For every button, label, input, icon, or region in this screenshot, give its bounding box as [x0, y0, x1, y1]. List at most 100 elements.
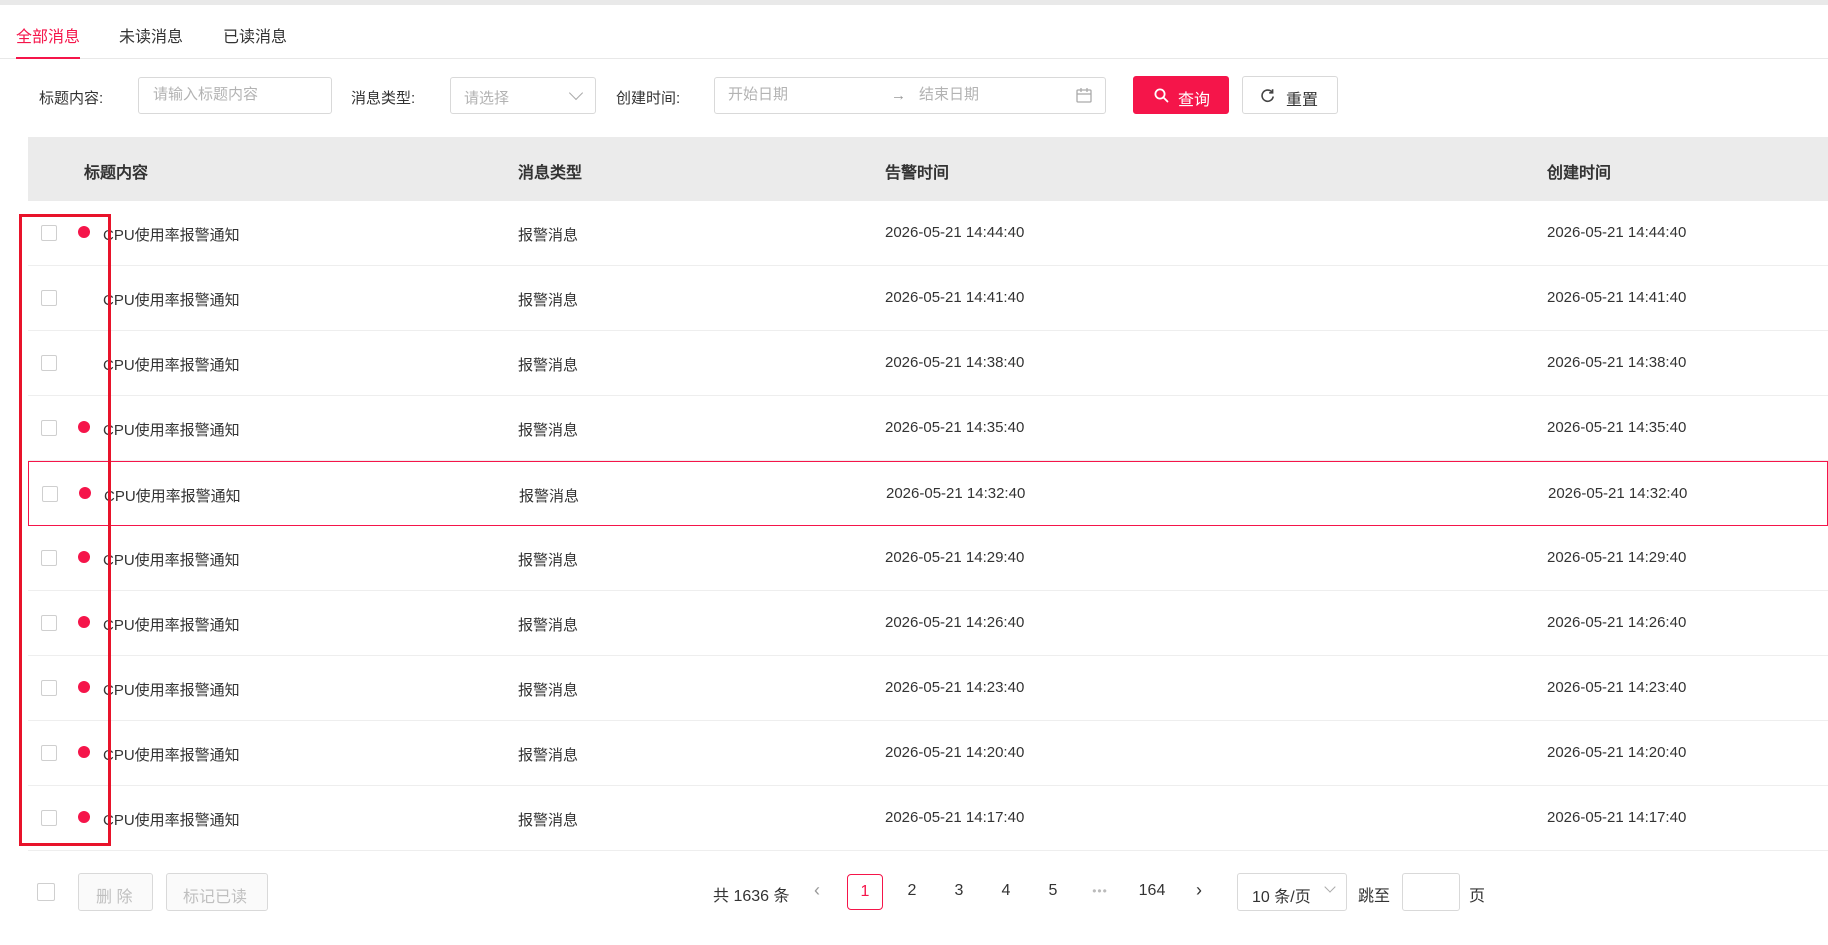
prev-page-icon[interactable]: ‹: [814, 880, 820, 901]
row-create-time: 2026-05-21 14:32:40: [1548, 485, 1688, 502]
row-message-type: 报警消息: [518, 812, 579, 829]
row-alert-time: 2026-05-21 14:38:40: [885, 354, 1025, 371]
tab-unread-messages[interactable]: 未读消息: [119, 23, 183, 59]
row-create-time: 2026-05-21 14:38:40: [1547, 354, 1687, 371]
delete-button-label: 删 除: [96, 889, 133, 906]
column-header-create-time: 创建时间: [1547, 165, 1612, 182]
table-header: 标题内容 消息类型 告警时间 创建时间: [28, 137, 1828, 201]
row-create-time: 2026-05-21 14:17:40: [1547, 809, 1687, 826]
row-create-time: 2026-05-21 14:29:40: [1547, 549, 1687, 566]
tab-read-messages[interactable]: 已读消息: [223, 23, 287, 59]
unread-dot-icon: [78, 811, 90, 823]
row-title: CPU使用率报警通知: [103, 682, 240, 699]
reset-button-label: 重置: [1286, 92, 1319, 109]
unread-dot-icon: [79, 487, 91, 499]
more-pages-icon[interactable]: •••: [1082, 874, 1118, 910]
table-row[interactable]: CPU使用率报警通知 报警消息 2026-05-21 14:17:40 2026-05…: [28, 786, 1828, 851]
tab-all-messages[interactable]: 全部消息: [16, 23, 81, 59]
page-2[interactable]: 2: [894, 874, 930, 910]
row-checkbox[interactable]: [41, 550, 57, 566]
chevron-down-icon: [568, 85, 584, 101]
row-alert-time: 2026-05-21 14:20:40: [885, 744, 1025, 761]
row-title: CPU使用率报警通知: [103, 747, 240, 764]
row-checkbox[interactable]: [41, 680, 57, 696]
unread-dot-icon: [78, 421, 90, 433]
table-row[interactable]: CPU使用率报警通知 报警消息 2026-05-21 14:38:40 2026-05…: [28, 331, 1828, 396]
row-checkbox[interactable]: [41, 615, 57, 631]
row-alert-time: 2026-05-21 14:35:40: [885, 419, 1025, 436]
next-page-icon[interactable]: ›: [1196, 880, 1202, 901]
row-checkbox[interactable]: [41, 810, 57, 826]
row-message-type: 报警消息: [518, 682, 579, 699]
unread-dot-icon: [78, 681, 90, 693]
row-message-type: 报警消息: [518, 552, 579, 569]
page-3[interactable]: 3: [941, 874, 977, 910]
table-row[interactable]: CPU使用率报警通知 报警消息 2026-05-21 14:26:40 2026-05…: [28, 591, 1828, 656]
pagination-total: 共 1636 条: [713, 888, 790, 905]
mark-read-button[interactable]: 标记已读: [166, 873, 268, 911]
row-create-time: 2026-05-21 14:23:40: [1547, 679, 1687, 696]
chevron-down-icon: [1324, 881, 1336, 893]
row-checkbox[interactable]: [41, 290, 57, 306]
row-checkbox[interactable]: [41, 355, 57, 371]
row-create-time: 2026-05-21 14:35:40: [1547, 419, 1687, 436]
message-tabs: 全部消息 未读消息 已读消息: [0, 5, 1828, 59]
query-button[interactable]: 查询: [1133, 76, 1229, 114]
table-row[interactable]: CPU使用率报警通知 报警消息 2026-05-21 14:23:40 2026-05…: [28, 656, 1828, 721]
jump-page-input[interactable]: [1402, 873, 1460, 911]
row-create-time: 2026-05-21 14:20:40: [1547, 744, 1687, 761]
column-header-alert-time: 告警时间: [885, 165, 950, 182]
row-checkbox[interactable]: [41, 225, 57, 241]
page-last[interactable]: 164: [1132, 874, 1172, 910]
row-checkbox[interactable]: [41, 420, 57, 436]
start-date-input[interactable]: [728, 86, 888, 103]
calendar-icon: [1076, 88, 1092, 103]
row-checkbox[interactable]: [42, 486, 58, 502]
page-5[interactable]: 5: [1035, 874, 1071, 910]
unread-dot-icon: [78, 551, 90, 563]
page-unit-label: 页: [1469, 888, 1486, 905]
row-title: CPU使用率报警通知: [103, 357, 240, 374]
row-title: CPU使用率报警通知: [104, 488, 241, 505]
table-row[interactable]: CPU使用率报警通知 报警消息 2026-05-21 14:41:40 2026-05…: [28, 266, 1828, 331]
row-message-type: 报警消息: [518, 747, 579, 764]
type-select[interactable]: 请选择: [450, 77, 596, 114]
row-title: CPU使用率报警通知: [103, 812, 240, 829]
row-message-type: 报警消息: [518, 292, 579, 309]
end-date-input[interactable]: [919, 86, 1059, 103]
delete-button[interactable]: 删 除: [78, 873, 153, 911]
table-row[interactable]: CPU使用率报警通知 报警消息 2026-05-21 14:35:40 2026-05…: [28, 396, 1828, 461]
row-create-time: 2026-05-21 14:44:40: [1547, 224, 1687, 241]
query-button-label: 查询: [1178, 92, 1211, 109]
row-alert-time: 2026-05-21 14:41:40: [885, 289, 1025, 306]
select-all-checkbox[interactable]: [37, 883, 55, 901]
row-message-type: 报警消息: [518, 422, 579, 439]
page-1[interactable]: 1: [847, 874, 883, 910]
row-alert-time: 2026-05-21 14:26:40: [885, 614, 1025, 631]
row-alert-time: 2026-05-21 14:29:40: [885, 549, 1025, 566]
row-message-type: 报警消息: [518, 227, 579, 244]
row-title: CPU使用率报警通知: [103, 617, 240, 634]
row-alert-time: 2026-05-21 14:32:40: [886, 485, 1026, 502]
table-row[interactable]: CPU使用率报警通知 报警消息 2026-05-21 14:29:40 2026-05…: [28, 526, 1828, 591]
row-title: CPU使用率报警通知: [103, 292, 240, 309]
reset-button[interactable]: 重置: [1242, 76, 1338, 114]
table-row[interactable]: CPU使用率报警通知 报警消息 2026-05-21 14:32:40 2026-05…: [28, 461, 1828, 526]
jump-label: 跳至: [1358, 888, 1391, 905]
row-create-time: 2026-05-21 14:41:40: [1547, 289, 1687, 306]
search-icon: [1154, 88, 1169, 103]
column-header-type: 消息类型: [518, 165, 583, 182]
title-search-input[interactable]: [153, 86, 323, 103]
row-checkbox[interactable]: [41, 745, 57, 761]
table-row[interactable]: CPU使用率报警通知 报警消息 2026-05-21 14:44:40 2026-05…: [28, 201, 1828, 266]
type-select-placeholder: 请选择: [464, 90, 510, 107]
row-create-time: 2026-05-21 14:26:40: [1547, 614, 1687, 631]
row-message-type: 报警消息: [519, 488, 580, 505]
row-alert-time: 2026-05-21 14:23:40: [885, 679, 1025, 696]
table-row[interactable]: CPU使用率报警通知 报警消息 2026-05-21 14:20:40 2026-05…: [28, 721, 1828, 786]
page-size-select[interactable]: 10 条/页: [1237, 873, 1347, 911]
row-message-type: 报警消息: [518, 357, 579, 374]
row-title: CPU使用率报警通知: [103, 552, 240, 569]
page-4[interactable]: 4: [988, 874, 1024, 910]
page-size-label: 10 条/页: [1252, 889, 1311, 906]
